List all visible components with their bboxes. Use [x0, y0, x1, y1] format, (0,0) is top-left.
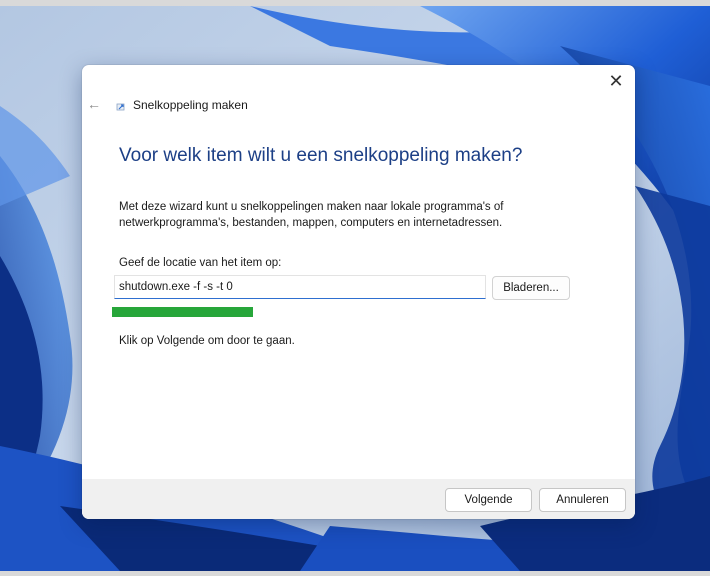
- back-arrow-icon[interactable]: ←: [87, 96, 103, 112]
- wizard-heading: Voor welk item wilt u een snelkoppeling …: [119, 145, 523, 166]
- shortcut-icon: [116, 103, 125, 111]
- wizard-description: Met deze wizard kunt u snelkoppelingen m…: [119, 201, 504, 229]
- screen-frame-bottom: [0, 571, 710, 576]
- continue-instruction: Klik op Volgende om door te gaan.: [119, 335, 295, 347]
- location-input[interactable]: [114, 275, 486, 299]
- close-icon[interactable]: ✕: [602, 68, 630, 94]
- window-title: Snelkoppeling maken: [133, 98, 248, 112]
- desktop-screen: ✕ ← Snelkoppeling maken Voor welk item w…: [0, 0, 710, 576]
- cancel-button[interactable]: Annuleren: [539, 488, 626, 512]
- browse-button[interactable]: Bladeren...: [492, 276, 570, 300]
- next-button[interactable]: Volgende: [445, 488, 532, 512]
- green-highlight-bar: [112, 307, 253, 317]
- create-shortcut-dialog: ✕ ← Snelkoppeling maken Voor welk item w…: [82, 65, 635, 519]
- dialog-footer: Volgende Annuleren: [82, 479, 635, 519]
- location-field-label: Geef de locatie van het item op:: [119, 257, 282, 269]
